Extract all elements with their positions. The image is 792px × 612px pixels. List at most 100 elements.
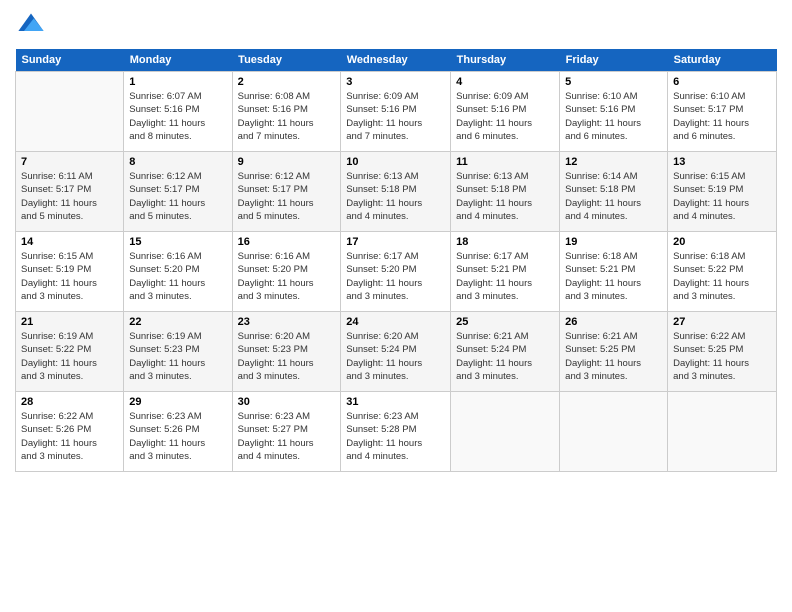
weekday-header: Friday — [560, 49, 668, 72]
day-number: 16 — [238, 236, 336, 248]
day-info: Sunrise: 6:18 AMSunset: 5:22 PMDaylight:… — [673, 250, 771, 303]
day-number: 6 — [673, 76, 771, 88]
day-info: Sunrise: 6:19 AMSunset: 5:23 PMDaylight:… — [129, 330, 226, 383]
day-info: Sunrise: 6:11 AMSunset: 5:17 PMDaylight:… — [21, 170, 118, 223]
day-info: Sunrise: 6:12 AMSunset: 5:17 PMDaylight:… — [238, 170, 336, 223]
day-number: 28 — [21, 396, 118, 408]
day-number: 2 — [238, 76, 336, 88]
day-number: 11 — [456, 156, 554, 168]
weekday-header: Wednesday — [341, 49, 451, 72]
calendar-cell: 10 Sunrise: 6:13 AMSunset: 5:18 PMDayligh… — [341, 152, 451, 232]
day-number: 4 — [456, 76, 554, 88]
day-number: 19 — [565, 236, 662, 248]
day-number: 3 — [346, 76, 445, 88]
day-number: 22 — [129, 316, 226, 328]
day-info: Sunrise: 6:15 AMSunset: 5:19 PMDaylight:… — [21, 250, 118, 303]
calendar-cell: 3 Sunrise: 6:09 AMSunset: 5:16 PMDaylight… — [341, 72, 451, 152]
day-info: Sunrise: 6:22 AMSunset: 5:26 PMDaylight:… — [21, 410, 118, 463]
weekday-header: Monday — [124, 49, 232, 72]
calendar-cell: 9 Sunrise: 6:12 AMSunset: 5:17 PMDaylight… — [232, 152, 341, 232]
day-info: Sunrise: 6:13 AMSunset: 5:18 PMDaylight:… — [346, 170, 445, 223]
day-number: 8 — [129, 156, 226, 168]
calendar-cell: 12 Sunrise: 6:14 AMSunset: 5:18 PMDayligh… — [560, 152, 668, 232]
weekday-header: Saturday — [668, 49, 777, 72]
page-container: SundayMondayTuesdayWednesdayThursdayFrid… — [0, 0, 792, 482]
calendar-cell: 2Sunrise: 6:08 AMSunset: 5:16 PMDaylight… — [232, 72, 341, 152]
day-info: Sunrise: 6:16 AMSunset: 5:20 PMDaylight:… — [129, 250, 226, 303]
day-info: Sunrise: 6:09 AMSunset: 5:16 PMDaylight:… — [346, 90, 445, 143]
calendar-cell: 19 Sunrise: 6:18 AMSunset: 5:21 PMDayligh… — [560, 232, 668, 312]
day-info: Sunrise: 6:10 AMSunset: 5:16 PMDaylight:… — [565, 90, 662, 143]
day-number: 29 — [129, 396, 226, 408]
weekday-header: Tuesday — [232, 49, 341, 72]
day-number: 1 — [129, 76, 226, 88]
day-number: 9 — [238, 156, 336, 168]
day-info: Sunrise: 6:22 AMSunset: 5:25 PMDaylight:… — [673, 330, 771, 383]
day-number: 21 — [21, 316, 118, 328]
calendar-cell: 23Sunrise: 6:20 AMSunset: 5:23 PMDayligh… — [232, 312, 341, 392]
day-info: Sunrise: 6:13 AMSunset: 5:18 PMDaylight:… — [456, 170, 554, 223]
day-number: 7 — [21, 156, 118, 168]
day-info: Sunrise: 6:20 AMSunset: 5:23 PMDaylight:… — [238, 330, 336, 383]
day-info: Sunrise: 6:21 AMSunset: 5:24 PMDaylight:… — [456, 330, 554, 383]
logo-icon — [17, 10, 45, 38]
calendar-cell: 5 Sunrise: 6:10 AMSunset: 5:16 PMDaylight… — [560, 72, 668, 152]
calendar-table: SundayMondayTuesdayWednesdayThursdayFrid… — [15, 49, 777, 472]
day-number: 30 — [238, 396, 336, 408]
calendar-cell: 6 Sunrise: 6:10 AMSunset: 5:17 PMDaylight… — [668, 72, 777, 152]
day-number: 25 — [456, 316, 554, 328]
day-info: Sunrise: 6:17 AMSunset: 5:21 PMDaylight:… — [456, 250, 554, 303]
day-number: 12 — [565, 156, 662, 168]
logo — [15, 10, 47, 43]
calendar-cell: 26Sunrise: 6:21 AMSunset: 5:25 PMDayligh… — [560, 312, 668, 392]
calendar-cell — [668, 392, 777, 472]
day-number: 5 — [565, 76, 662, 88]
calendar-cell: 21 Sunrise: 6:19 AMSunset: 5:22 PMDayligh… — [16, 312, 124, 392]
calendar-cell: 16Sunrise: 6:16 AMSunset: 5:20 PMDayligh… — [232, 232, 341, 312]
calendar-cell — [16, 72, 124, 152]
calendar-cell: 18 Sunrise: 6:17 AMSunset: 5:21 PMDayligh… — [451, 232, 560, 312]
day-number: 18 — [456, 236, 554, 248]
day-number: 13 — [673, 156, 771, 168]
day-info: Sunrise: 6:07 AMSunset: 5:16 PMDaylight:… — [129, 90, 226, 143]
calendar-cell: 27 Sunrise: 6:22 AMSunset: 5:25 PMDayligh… — [668, 312, 777, 392]
calendar-cell: 30 Sunrise: 6:23 AMSunset: 5:27 PMDayligh… — [232, 392, 341, 472]
calendar-cell: 7 Sunrise: 6:11 AMSunset: 5:17 PMDaylight… — [16, 152, 124, 232]
day-info: Sunrise: 6:17 AMSunset: 5:20 PMDaylight:… — [346, 250, 445, 303]
calendar-cell: 25 Sunrise: 6:21 AMSunset: 5:24 PMDayligh… — [451, 312, 560, 392]
day-info: Sunrise: 6:19 AMSunset: 5:22 PMDaylight:… — [21, 330, 118, 383]
calendar-body: 1 Sunrise: 6:07 AMSunset: 5:16 PMDaylight… — [16, 72, 777, 472]
page-header — [15, 10, 777, 43]
day-info: Sunrise: 6:23 AMSunset: 5:27 PMDaylight:… — [238, 410, 336, 463]
day-number: 15 — [129, 236, 226, 248]
day-number: 17 — [346, 236, 445, 248]
calendar-cell: 4 Sunrise: 6:09 AMSunset: 5:16 PMDaylight… — [451, 72, 560, 152]
calendar-cell: 31Sunrise: 6:23 AMSunset: 5:28 PMDayligh… — [341, 392, 451, 472]
day-number: 24 — [346, 316, 445, 328]
day-info: Sunrise: 6:14 AMSunset: 5:18 PMDaylight:… — [565, 170, 662, 223]
day-number: 14 — [21, 236, 118, 248]
day-info: Sunrise: 6:18 AMSunset: 5:21 PMDaylight:… — [565, 250, 662, 303]
calendar-cell — [451, 392, 560, 472]
calendar-cell: 14 Sunrise: 6:15 AMSunset: 5:19 PMDayligh… — [16, 232, 124, 312]
day-number: 27 — [673, 316, 771, 328]
day-info: Sunrise: 6:20 AMSunset: 5:24 PMDaylight:… — [346, 330, 445, 383]
calendar-week-row: 7 Sunrise: 6:11 AMSunset: 5:17 PMDaylight… — [16, 152, 777, 232]
day-info: Sunrise: 6:23 AMSunset: 5:26 PMDaylight:… — [129, 410, 226, 463]
day-info: Sunrise: 6:15 AMSunset: 5:19 PMDaylight:… — [673, 170, 771, 223]
day-number: 10 — [346, 156, 445, 168]
day-info: Sunrise: 6:12 AMSunset: 5:17 PMDaylight:… — [129, 170, 226, 223]
weekday-header: Thursday — [451, 49, 560, 72]
calendar-cell: 13 Sunrise: 6:15 AMSunset: 5:19 PMDayligh… — [668, 152, 777, 232]
day-info: Sunrise: 6:21 AMSunset: 5:25 PMDaylight:… — [565, 330, 662, 383]
day-number: 31 — [346, 396, 445, 408]
calendar-cell: 20Sunrise: 6:18 AMSunset: 5:22 PMDayligh… — [668, 232, 777, 312]
calendar-week-row: 1 Sunrise: 6:07 AMSunset: 5:16 PMDaylight… — [16, 72, 777, 152]
day-info: Sunrise: 6:09 AMSunset: 5:16 PMDaylight:… — [456, 90, 554, 143]
weekday-row: SundayMondayTuesdayWednesdayThursdayFrid… — [16, 49, 777, 72]
calendar-week-row: 14 Sunrise: 6:15 AMSunset: 5:19 PMDayligh… — [16, 232, 777, 312]
calendar-cell: 24 Sunrise: 6:20 AMSunset: 5:24 PMDayligh… — [341, 312, 451, 392]
day-info: Sunrise: 6:10 AMSunset: 5:17 PMDaylight:… — [673, 90, 771, 143]
calendar-cell: 28 Sunrise: 6:22 AMSunset: 5:26 PMDayligh… — [16, 392, 124, 472]
calendar-week-row: 21 Sunrise: 6:19 AMSunset: 5:22 PMDayligh… — [16, 312, 777, 392]
